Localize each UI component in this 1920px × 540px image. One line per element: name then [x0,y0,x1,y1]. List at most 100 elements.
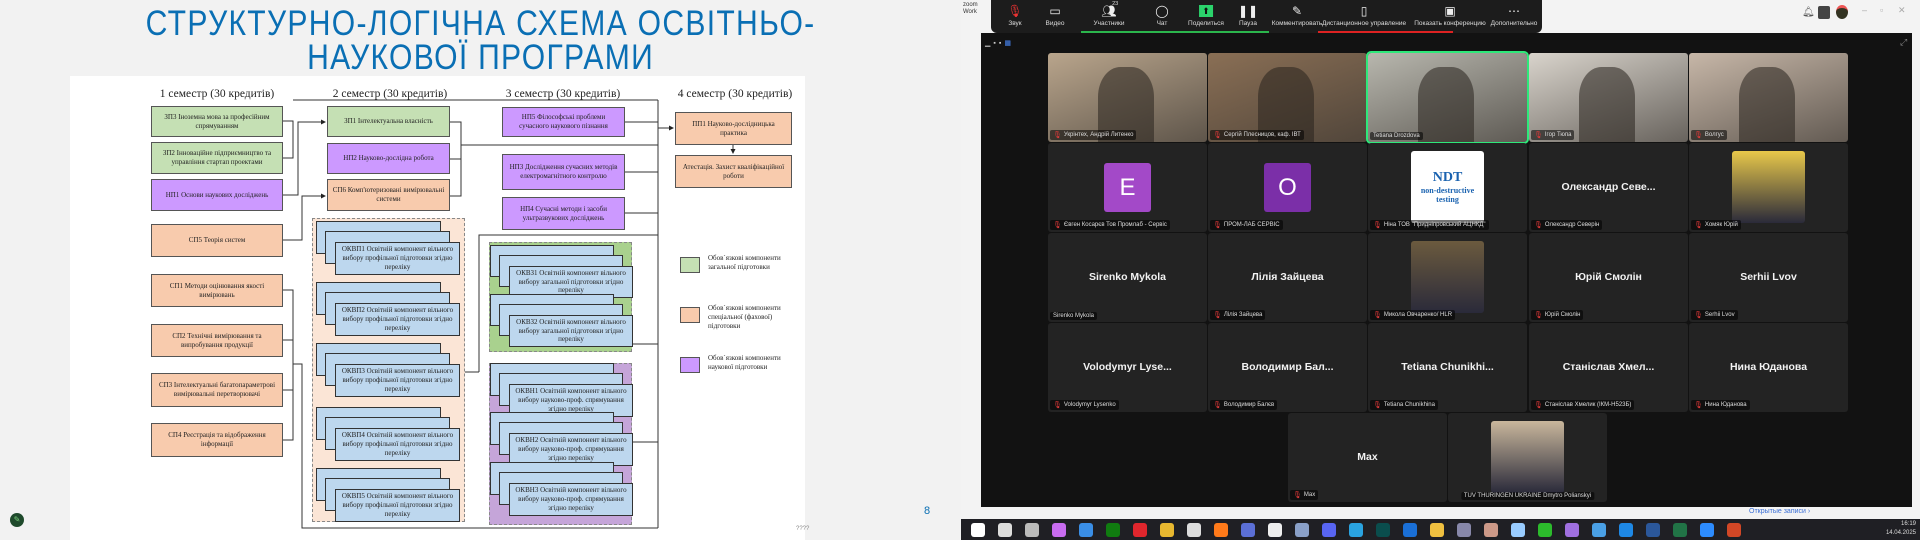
participant-tile[interactable]: 🎙︎ Укрінтех, Андрій Литенко [1048,53,1207,142]
taskbar-chrome-icon[interactable] [1160,522,1174,537]
participant-tile[interactable]: Tetiana Chunikhi... 🎙︎ Tetiana Chunikhina [1368,323,1527,412]
participant-label-text: Сергій Плесницов, каф. ІВТ [1223,132,1301,138]
taskbar-aida64-icon[interactable] [1538,522,1552,537]
ndt-logo-line1: NDT [1432,170,1463,185]
taskbar-start-icon[interactable] [971,522,985,537]
mic-muted-icon: 🎙︎ [1373,312,1382,319]
toolbar-button-6[interactable]: ❚❚ Пауза [1238,0,1258,33]
participant-tile[interactable]: Tetiana Drozdova [1366,51,1529,144]
participant-tile[interactable]: 🎙︎ Сергій Плесницов, каф. ІВТ [1208,53,1367,142]
participant-photo [1732,151,1805,223]
taskbar-file-icon[interactable] [1268,522,1282,537]
participant-tile[interactable]: Volodymyr Lyse... 🎙︎ Volodymyr Lysenko [1048,323,1207,412]
taskbar-discord-icon[interactable] [1322,522,1336,537]
participant-tile[interactable]: 🎙︎ Волгус [1689,53,1848,142]
taskbar-outlook-icon[interactable] [1403,522,1417,537]
mic-muted-icon: 🎙︎ [1694,312,1703,319]
participant-tile[interactable]: Serhii Lvov 🎙︎ Serhii Lvov [1689,233,1848,322]
course-box-sp4: СП4 Реєстрація та відображення інформаці… [151,423,283,457]
gift-icon[interactable] [1818,6,1830,19]
toolbar-button-2[interactable]: ▭ Видео [1046,0,1065,33]
taskbar-clock[interactable]: 16:19 14.04.2025 [1880,520,1916,538]
course-box-np3: НП3 Дослідження сучасних методів електро… [502,154,625,190]
taskbar-task-view-icon[interactable] [1025,522,1039,537]
maximize-button[interactable]: ▫ [1880,5,1883,15]
minimize-button[interactable]: – [1862,5,1867,15]
slide-footer-mark: ???? [796,526,810,532]
toolbar-button-3[interactable]: 👥︎ 23 Участники [1093,0,1124,33]
participant-tile[interactable]: Лілія Зайцева 🎙︎ Лілія Зайцева [1208,233,1367,322]
participant-tile[interactable]: 🎙︎ Микола Овчаренко/ HLR [1368,233,1527,322]
taskbar-store-icon[interactable] [1079,522,1093,537]
taskbar-games-icon[interactable] [1565,522,1579,537]
participant-label-text: Волгус [1704,132,1724,138]
taskbar-zoom-icon[interactable] [1700,522,1714,537]
participant-tile[interactable]: 🎙︎ Хомяк Юрій [1689,143,1848,232]
taskbar-opera-icon[interactable] [1133,522,1147,537]
participant-tile[interactable]: TUV THURINGEN UKRAINE Dmytro Polianskyi [1448,413,1607,502]
participant-tile[interactable]: Нина Юданова 🎙︎ Нина Юданова [1689,323,1848,412]
toolbar-button-7[interactable]: ✎ Комментировать [1272,0,1323,33]
participant-name-label: 🎙︎ Володимир Балєв [1210,400,1278,410]
elective-box-okvp2: ОКВП2 Освітній компонент вільного вибору… [335,303,460,336]
toolbar-button-9[interactable]: ▣ Показать конференцию [1414,0,1486,33]
legend-swatch-science [680,357,700,373]
taskbar-search-icon[interactable] [998,522,1012,537]
participant-name-label: 🎙︎ Микола Овчаренко/ HLR [1370,310,1456,320]
windows-taskbar [961,519,1920,540]
participant-name-label: 🎙︎ Хомяк Юрій [1691,220,1741,230]
taskbar-word-icon[interactable] [1646,522,1660,537]
participant-tile[interactable]: Олександр Севе... 🎙︎ Олександр Северін [1529,143,1688,232]
participant-tile[interactable]: Юрій Смолін 🎙︎ Юрій Смолін [1529,233,1688,322]
gallery-grid-icon[interactable]: ▦ [1004,40,1014,47]
taskbar-settings-icon[interactable] [1295,522,1309,537]
taskbar-paint-icon[interactable] [1484,522,1498,537]
taskbar-telegram-icon[interactable] [1349,522,1363,537]
taskbar-app-fox-icon[interactable] [1187,522,1201,537]
participant-name-display: Sirenko Mykola [1088,271,1167,283]
taskbar-notepad-icon[interactable] [1511,522,1525,537]
taskbar-copilot-icon[interactable] [1052,522,1066,537]
course-box-np1: НП1 Основи наукових досліджень [151,179,283,211]
open-recordings-link[interactable]: Открытые записи › [1749,508,1810,515]
taskbar-bg-icon[interactable] [1376,522,1390,537]
toolbar-button-10[interactable]: ⋯ Дополнительно [1491,0,1538,33]
taskbar-excel-icon[interactable] [1673,522,1687,537]
fullscreen-icon[interactable]: ⤢ [1900,37,1907,48]
participant-tile[interactable]: NDT non-destructive testing 🎙︎ Ніна ТОВ "При… [1368,143,1527,232]
toolbar-button-5[interactable]: ⬆ Поделиться [1188,0,1224,33]
participant-name-label: Sirenko Mykola [1050,312,1098,320]
participant-tile[interactable]: 🎙︎ Ігор Тюпа [1529,53,1688,142]
participant-tile[interactable]: Володимир Бал... 🎙︎ Володимир Балєв [1208,323,1367,412]
toolbar-button-8[interactable]: ▯ Дистанционное управление [1322,0,1406,33]
mic-muted-icon: 🎙︎ [1534,402,1543,409]
gallery-view-controls[interactable]: ▁▪▪▦ [985,39,1014,47]
taskbar-remote-icon[interactable] [1592,522,1606,537]
mic-muted-icon: 🎙︎ [1053,402,1062,409]
participant-tile[interactable]: Max 🎙︎ Max [1288,413,1447,502]
participant-tile[interactable]: O 🎙︎ ПРОМ-ЛАБ СЕРВІС [1208,143,1367,232]
toolbar-label: Участники [1093,20,1125,27]
elective-box-okvn3: ОКВН3 Освітній компонент вільного вибору… [509,483,633,516]
taskbar-save-icon[interactable] [1241,522,1255,537]
taskbar-monitor-icon[interactable] [1457,522,1471,537]
legend-label-general: Обов`язкові компоненти загальної підгото… [708,254,781,272]
participant-label-text: Volodymyr Lysenko [1063,402,1116,408]
toolbar-button-4[interactable]: ◯ Чат [1155,0,1168,33]
notification-bell-icon[interactable]: 🔔︎ [1802,7,1815,18]
toolbar-label: Звук [1008,20,1022,27]
user-avatar[interactable] [1836,5,1848,19]
participant-tile[interactable]: Sirenko Mykola Sirenko Mykola [1048,233,1207,322]
presenter-tool-icon[interactable]: ✎ [10,513,24,527]
taskbar-xbox-icon[interactable] [1106,522,1120,537]
taskbar-explorer-icon[interactable] [1430,522,1444,537]
close-button[interactable]: ✕ [1898,5,1906,16]
ndt-logo-line3: testing [1436,195,1459,204]
taskbar-powerpoint-icon[interactable] [1727,522,1741,537]
participant-name-label: 🎙︎ Олександр Северін [1531,220,1603,230]
taskbar-wps-icon[interactable] [1619,522,1633,537]
participant-tile[interactable]: E 🎙︎ Євген Косарєв Тов Промлаб - Сервіс [1048,143,1207,232]
toolbar-button-1[interactable]: 🎙︎ Звук [1007,0,1022,33]
participant-tile[interactable]: Станіслав Хмел... 🎙︎ Станіслав Хмелик (ІКМ… [1529,323,1688,412]
taskbar-firefox-icon[interactable] [1214,522,1228,537]
